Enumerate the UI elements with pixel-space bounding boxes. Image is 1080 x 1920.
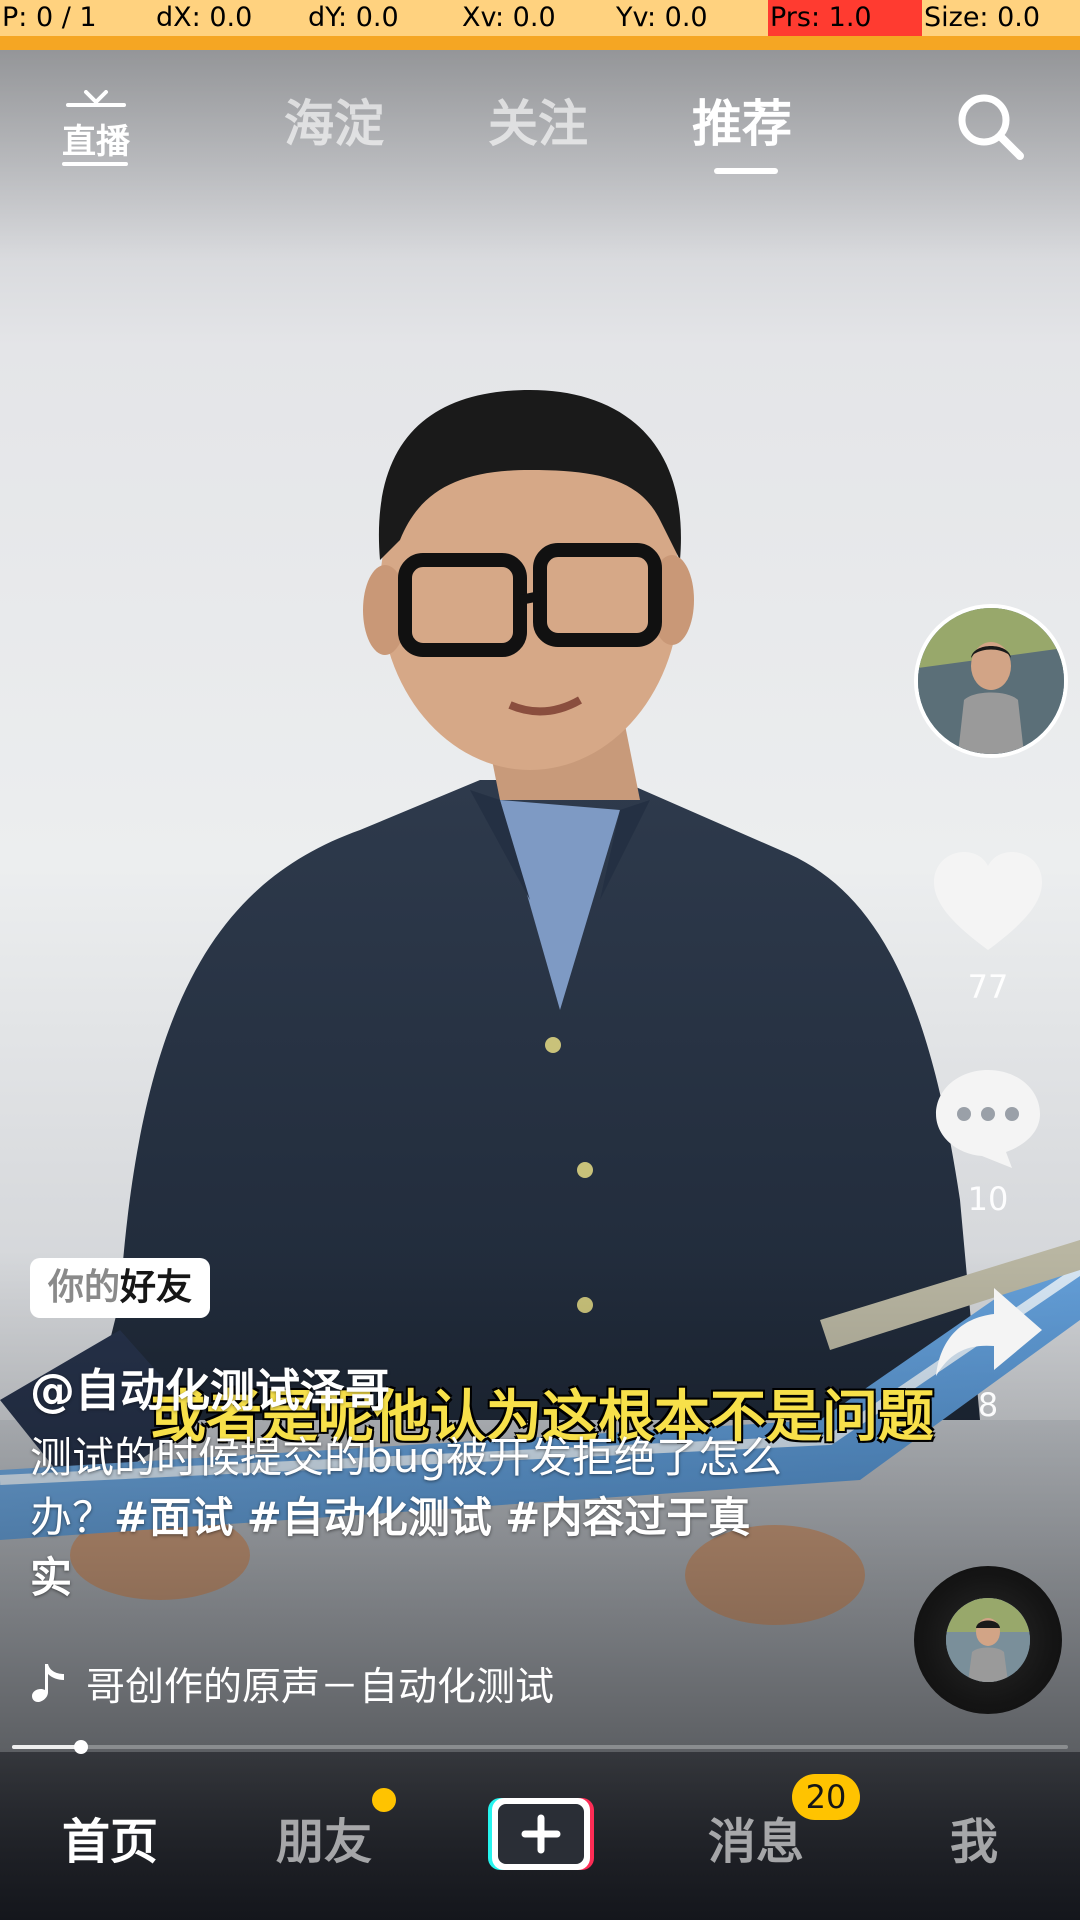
live-label: 直播 — [62, 122, 130, 162]
live-button[interactable]: 直播 — [58, 82, 134, 172]
live-tv-icon — [66, 90, 126, 107]
music-note-icon — [32, 1664, 64, 1702]
create-video-button[interactable] — [480, 1794, 598, 1874]
music-title: 哥创作的原声－自动化测试 — [86, 1665, 555, 1710]
comment-count: 10 — [967, 1180, 1009, 1218]
friend-tag-suffix: 好友 — [120, 1267, 193, 1308]
author-avatar[interactable] — [914, 604, 1068, 758]
heart-icon[interactable] — [930, 850, 1046, 960]
tab-haidian[interactable]: 海淀 — [284, 84, 384, 156]
author-name[interactable]: @自动化测试泽哥 — [30, 1354, 390, 1419]
friends-notification-dot — [372, 1788, 396, 1812]
friend-tag-prefix: 你的 — [48, 1267, 121, 1308]
debug-pointer: P: 0 / 1 — [2, 2, 97, 33]
tab-recommend[interactable]: 推荐 — [692, 84, 792, 156]
active-tab-indicator — [714, 168, 778, 174]
music-info[interactable]: 哥创作的原声－自动化测试 — [30, 1656, 576, 1712]
avatar-image — [918, 608, 1064, 754]
share-icon[interactable] — [930, 1280, 1046, 1390]
like-count: 77 — [967, 968, 1009, 1006]
debug-pressure: Prs: 1.0 — [768, 0, 922, 36]
debug-xv: Xv: 0.0 — [462, 2, 556, 33]
hashtag-interview[interactable]: #面试 — [114, 1493, 233, 1542]
top-navigation: 直播 海淀 关注 推荐 — [0, 68, 1080, 188]
pointer-location-overlay: P: 0 / 1 dX: 0.0 dY: 0.0 Xv: 0.0 Yv: 0.0… — [0, 0, 1080, 50]
debug-size: Size: 0.0 — [924, 2, 1041, 33]
video-progress-fill — [12, 1745, 81, 1749]
debug-dy: dY: 0.0 — [308, 2, 399, 33]
music-disc[interactable] — [914, 1566, 1062, 1714]
share-count: 8 — [977, 1386, 999, 1424]
video-progress-bar[interactable] — [12, 1740, 1068, 1754]
comment-icon[interactable] — [930, 1064, 1046, 1174]
tab-messages[interactable]: 消息 — [708, 1802, 804, 1872]
music-cover-image — [946, 1598, 1030, 1682]
messages-badge: 20 — [792, 1774, 860, 1820]
tab-me[interactable]: 我 — [950, 1802, 998, 1872]
video-description: 测试的时候提交的bug被开发拒绝了怎么办？#面试 #自动化测试 #内容过于真实 — [30, 1428, 790, 1608]
tab-follow[interactable]: 关注 — [488, 84, 588, 156]
search-icon[interactable] — [950, 86, 1030, 166]
hashtag-automation-testing[interactable]: #自动化测试 — [247, 1493, 492, 1542]
music-disc-cover — [946, 1598, 1030, 1682]
debug-yv: Yv: 0.0 — [616, 2, 708, 33]
bottom-tab-bar: 首页 朋友 消息 20 我 — [0, 1752, 1080, 1920]
video-progress-knob[interactable] — [74, 1740, 88, 1754]
tab-friends[interactable]: 朋友 — [276, 1802, 372, 1872]
debug-dx: dX: 0.0 — [156, 2, 253, 33]
friend-tag: 你的好友 — [30, 1258, 211, 1318]
tab-home[interactable]: 首页 — [62, 1802, 158, 1872]
